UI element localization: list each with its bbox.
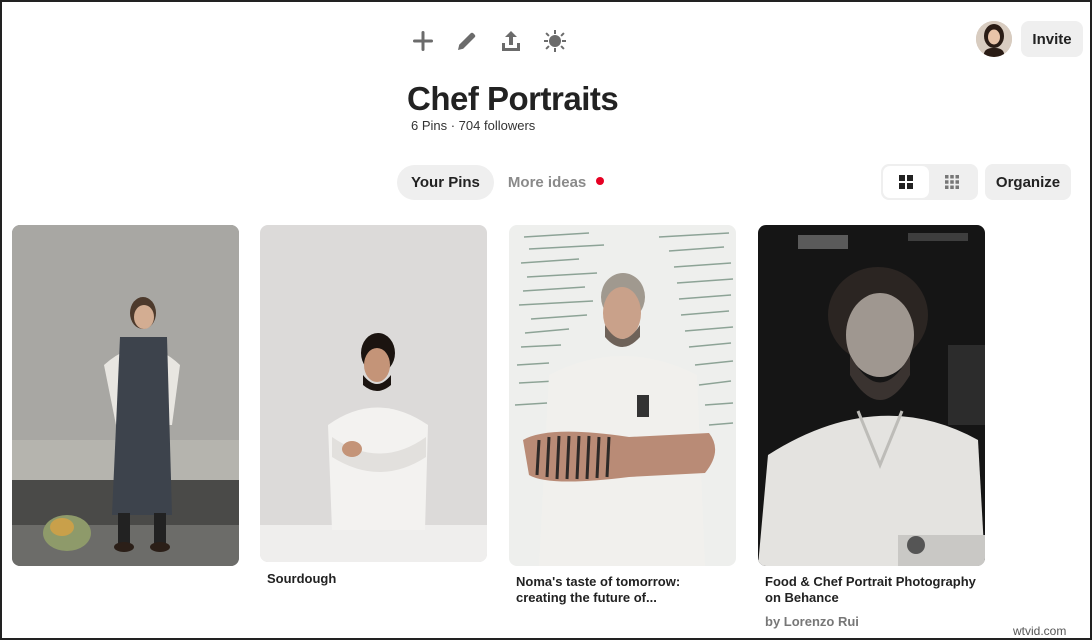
organize-button[interactable]: Organize (985, 164, 1071, 200)
invite-button[interactable]: Invite (1021, 21, 1083, 57)
layout-compact-button[interactable] (929, 166, 975, 198)
sparkle-icon (544, 30, 566, 52)
grid-large-icon (899, 175, 913, 189)
pencil-icon (458, 32, 476, 50)
pin-card[interactable]: Sourdough (260, 225, 487, 587)
tab-more-ideas-label: More ideas (507, 174, 587, 191)
pin-image[interactable] (758, 225, 985, 566)
board-tabs: Your Pins More ideas (397, 165, 618, 200)
board-toolbar (406, 26, 572, 56)
plus-icon (413, 31, 433, 51)
pin-image[interactable] (260, 225, 487, 562)
edit-board-button[interactable] (450, 26, 484, 56)
pin-card[interactable]: Food & Chef Portrait Photography on Beha… (758, 225, 985, 629)
board-title: Chef Portraits (407, 80, 619, 117)
board-meta: 6 Pins · 704 followers (411, 118, 536, 133)
notification-dot (596, 176, 605, 185)
add-pin-button[interactable] (406, 26, 440, 56)
layout-default-button[interactable] (883, 166, 929, 198)
pin-title[interactable]: Noma's taste of tomorrow: creating the f… (509, 574, 736, 606)
pin-card[interactable] (12, 225, 239, 574)
more-ideas-button[interactable] (538, 26, 572, 56)
pin-image[interactable] (509, 225, 736, 566)
user-avatar[interactable] (976, 21, 1012, 57)
tab-your-pins[interactable]: Your Pins (397, 165, 494, 200)
grid-small-icon (945, 175, 959, 189)
share-icon (502, 31, 520, 51)
pin-image[interactable] (12, 225, 239, 566)
tab-more-ideas[interactable]: More ideas (494, 165, 618, 200)
watermark: wtvid.com (1013, 624, 1067, 638)
share-board-button[interactable] (494, 26, 528, 56)
layout-toggle (881, 164, 978, 200)
pin-title[interactable]: Sourdough (260, 571, 487, 587)
pin-card[interactable]: Noma's taste of tomorrow: creating the f… (509, 225, 736, 606)
pin-attribution[interactable]: by Lorenzo Rui (758, 614, 985, 629)
pin-title[interactable]: Food & Chef Portrait Photography on Beha… (758, 574, 985, 606)
